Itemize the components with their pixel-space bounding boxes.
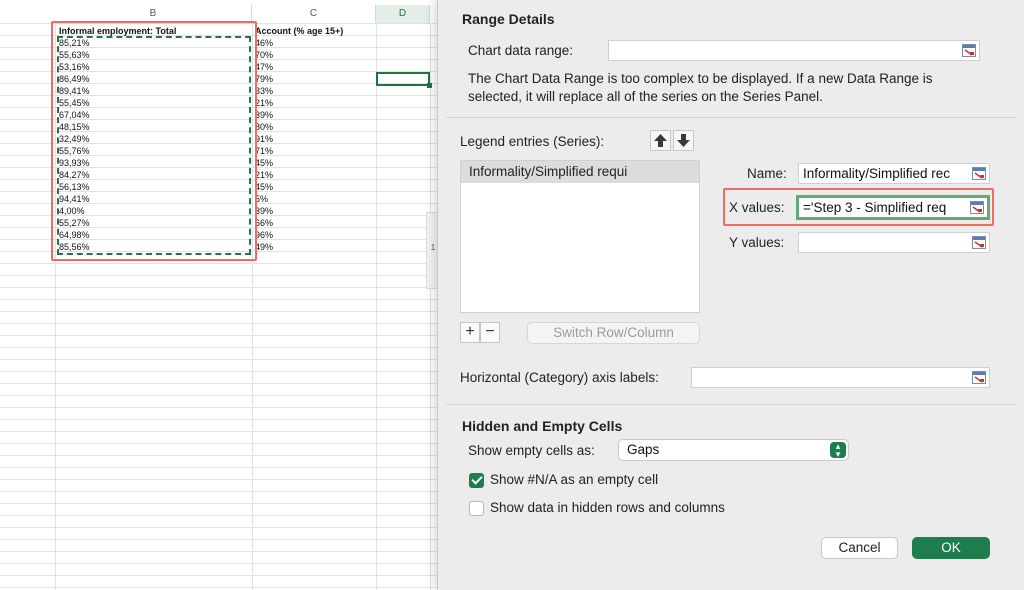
ok-button[interactable]: OK [912,537,990,559]
cell-c[interactable]: 79% [255,73,273,85]
cancel-button[interactable]: Cancel [821,537,898,559]
show-na-checkbox[interactable] [469,473,484,488]
x-values-label: X values: [729,200,785,215]
name-label: Name: [747,166,787,181]
cell-c[interactable]: 47% [255,61,273,73]
show-na-label: Show #N/A as an empty cell [490,472,659,487]
range-details-title: Range Details [462,11,555,27]
chart-data-range-field[interactable] [608,40,980,61]
arrow-up-icon [654,134,667,147]
cell-c-header[interactable]: Account (% age 15+) [255,25,373,37]
switch-row-column-button[interactable]: Switch Row/Column [527,322,700,344]
column-gridline [376,23,377,590]
range-picker-icon[interactable] [970,201,984,214]
cell-c[interactable]: 46% [255,37,273,49]
cell-c[interactable]: 71% [255,145,273,157]
select-data-source-dialog: Range Details Chart data range: The Char… [437,0,1024,590]
move-up-button[interactable] [650,130,671,151]
show-hidden-data-label: Show data in hidden rows and columns [490,500,725,515]
legend-entries-label: Legend entries (Series): [460,134,605,149]
cell-c[interactable]: 21% [255,97,273,109]
y-values-label: Y values: [729,235,785,250]
y-values-field[interactable] [798,232,990,253]
cell-c[interactable]: 45% [255,181,273,193]
show-hidden-data-checkbox[interactable] [469,501,484,516]
x-values-value: ='Step 3 - Simplified req [803,200,947,215]
x-values-field[interactable]: ='Step 3 - Simplified req [796,195,990,220]
chevron-updown-icon: ▴ ▾ [830,442,846,459]
horizontal-axis-labels-label: Horizontal (Category) axis labels: [460,370,659,385]
side-tab-label: 1 [430,243,436,252]
empty-cells-value: Gaps [627,442,660,457]
add-series-button[interactable]: + [460,322,480,343]
cell-c[interactable]: 45% [255,157,273,169]
cell-c[interactable]: 21% [255,169,273,181]
range-picker-icon[interactable] [972,167,986,180]
cell-c[interactable]: 91% [255,133,273,145]
series-list[interactable]: Informality/Simplified requi [460,160,700,313]
range-note: The Chart Data Range is too complex to b… [468,71,933,104]
show-empty-cells-label: Show empty cells as: [468,443,595,458]
series-item[interactable]: Informality/Simplified requi [461,161,699,183]
selected-cell-d[interactable] [376,72,432,88]
highlight-box-column-b [51,21,257,261]
column-gridline [430,23,431,590]
range-picker-icon[interactable] [972,371,986,384]
name-field[interactable]: Informality/Simplified rec [798,163,990,184]
empty-cells-select[interactable]: Gaps ▴ ▾ [618,439,849,461]
column-header-d[interactable]: D [376,5,430,23]
range-picker-icon[interactable] [972,236,986,249]
cell-c[interactable]: 39% [255,205,273,217]
horizontal-axis-labels-field[interactable] [691,367,990,388]
column-header-c[interactable]: C [252,5,376,23]
arrow-down-icon [677,134,690,147]
cell-c[interactable]: 33% [255,85,273,97]
cell-c[interactable]: 49% [255,241,273,253]
remove-series-button[interactable]: − [480,322,500,343]
chart-data-range-label: Chart data range: [468,43,574,58]
divider [446,404,1017,405]
range-picker-icon[interactable] [962,44,976,57]
move-down-button[interactable] [673,130,694,151]
cell-c[interactable]: 80% [255,121,273,133]
cell-c[interactable]: 39% [255,109,273,121]
hidden-empty-cells-title: Hidden and Empty Cells [462,418,623,434]
divider [446,117,1017,118]
name-value: Informality/Simplified rec [803,166,951,181]
cell-c[interactable]: 66% [255,217,273,229]
cell-c[interactable]: 70% [255,49,273,61]
cell-c[interactable]: 96% [255,229,273,241]
